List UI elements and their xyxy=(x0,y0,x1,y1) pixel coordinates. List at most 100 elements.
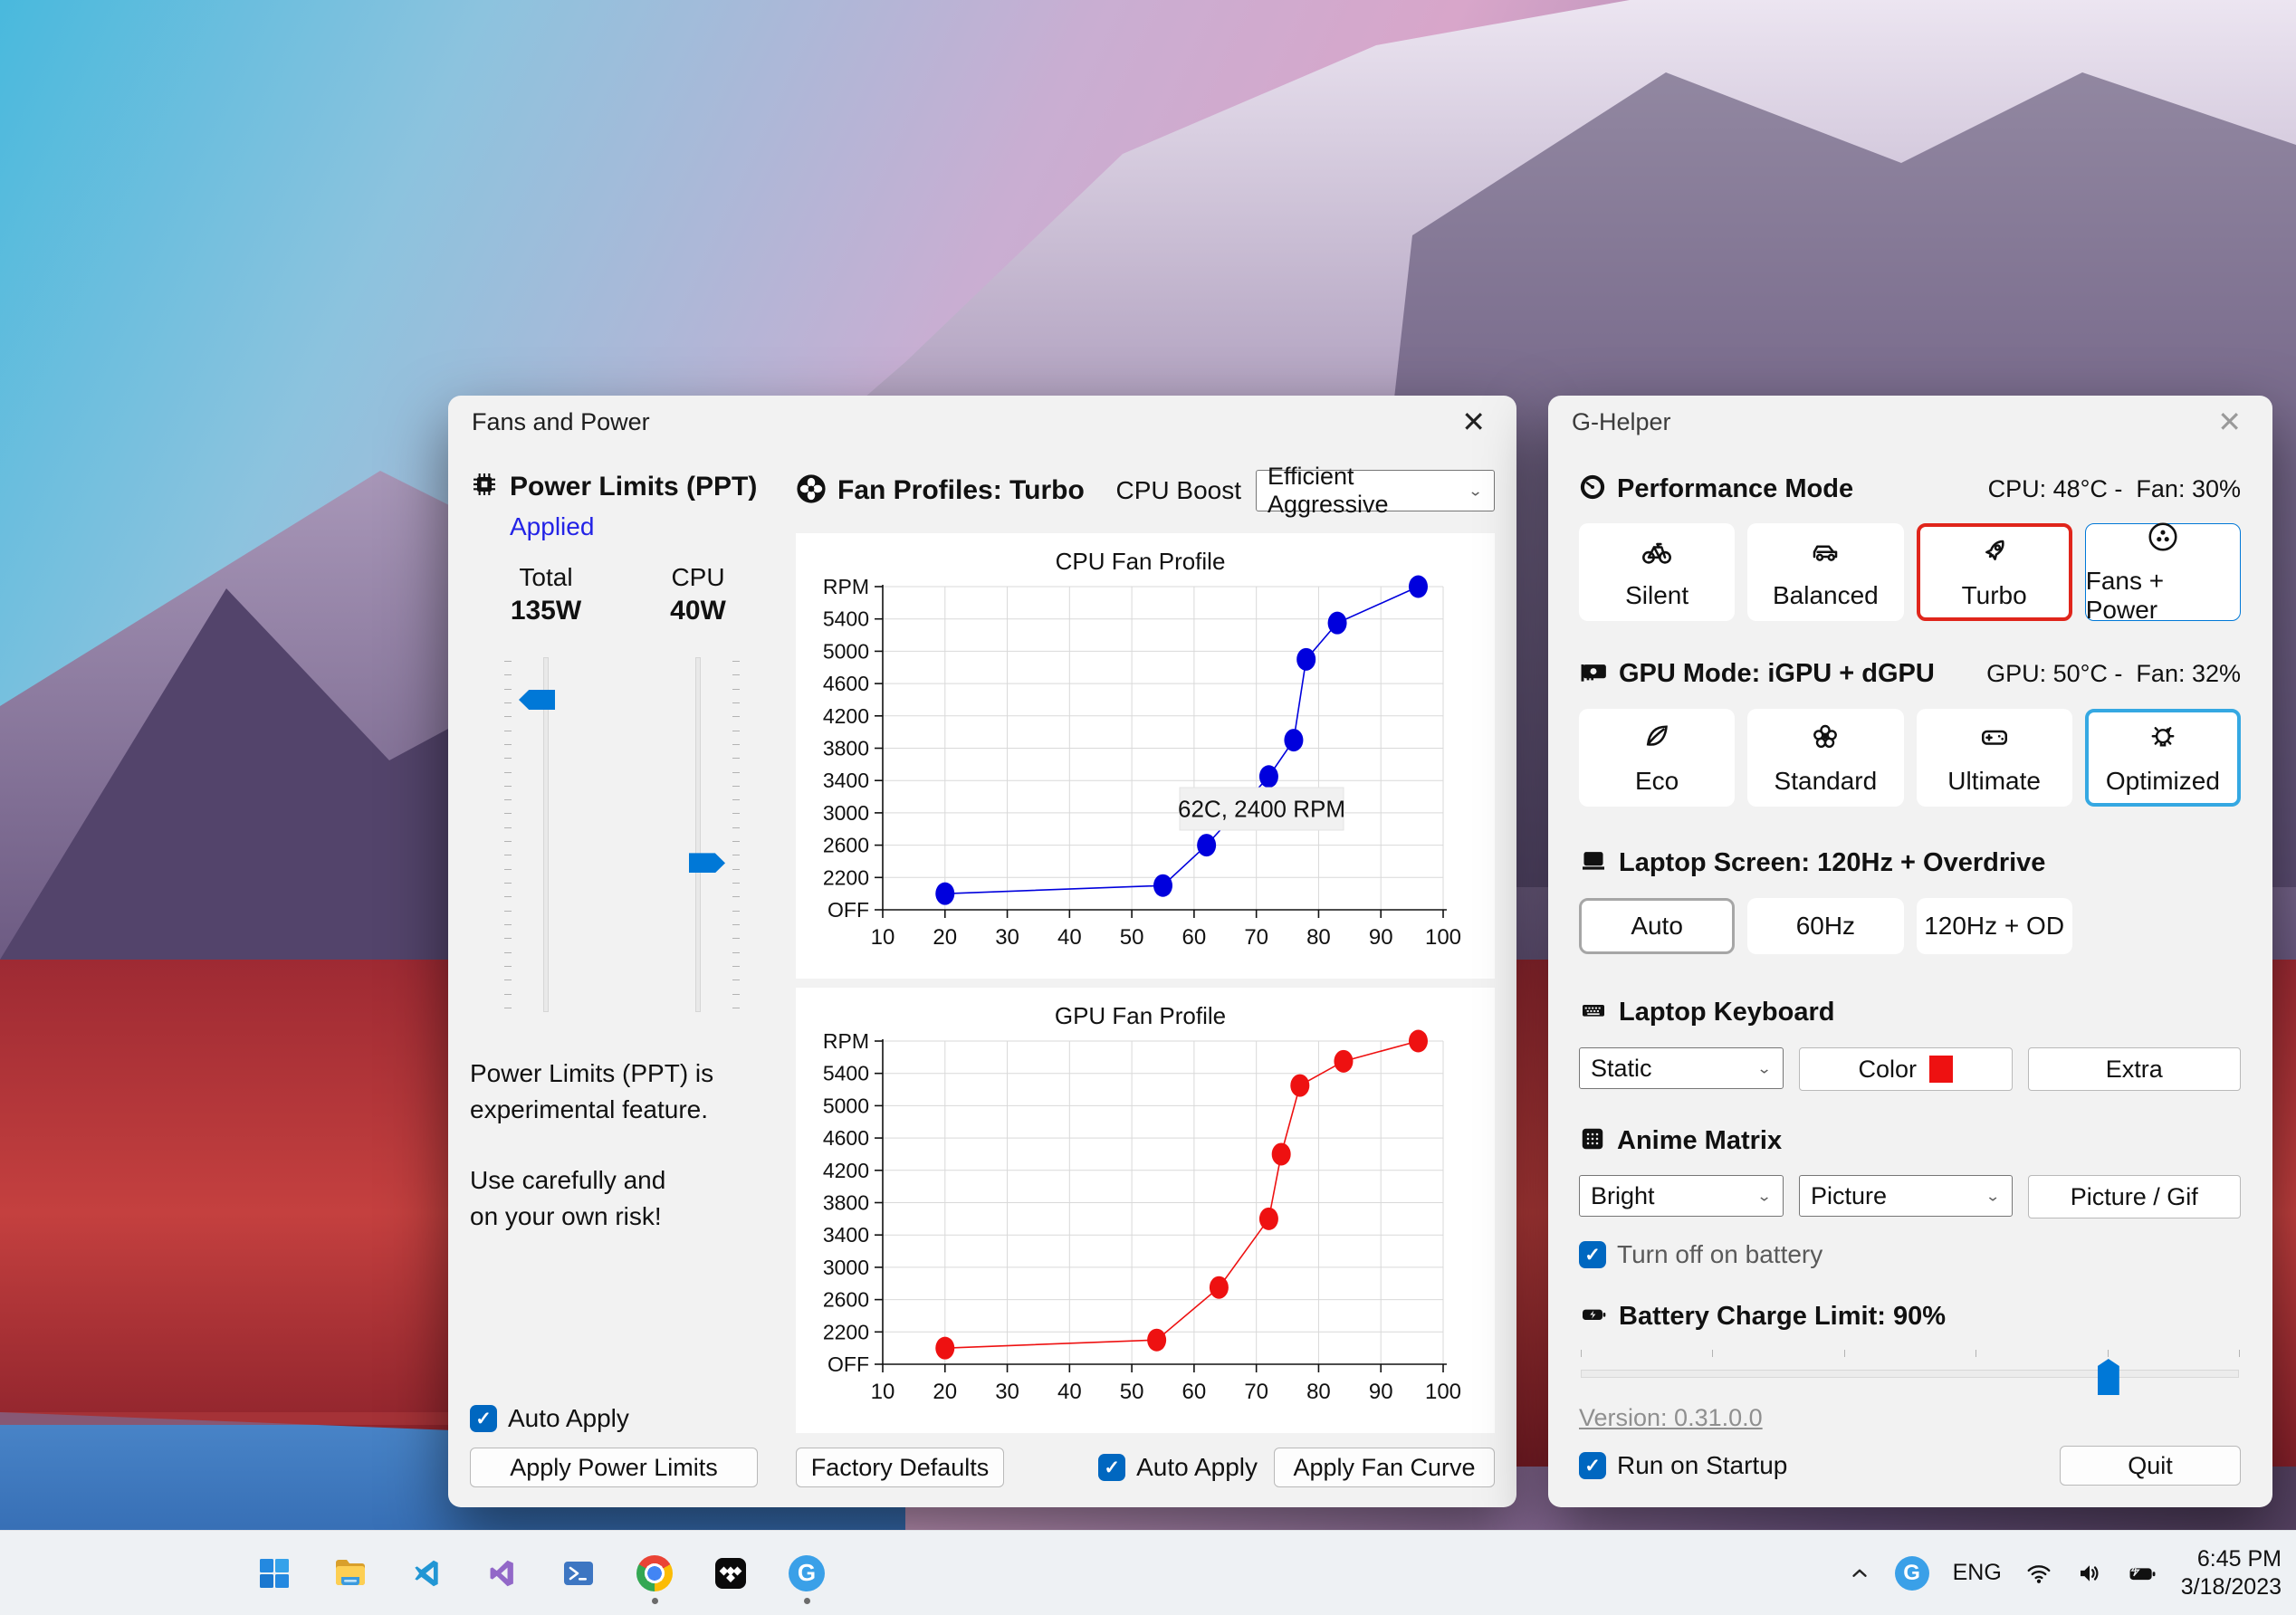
svg-text:20: 20 xyxy=(933,925,957,950)
svg-text:30: 30 xyxy=(995,925,1019,950)
svg-text:80: 80 xyxy=(1306,925,1331,950)
svg-text:90: 90 xyxy=(1369,925,1393,950)
cpu-power-slider[interactable] xyxy=(622,657,774,1012)
svg-text:80: 80 xyxy=(1306,1380,1331,1404)
screen-auto-button[interactable]: Auto xyxy=(1579,898,1736,954)
ghelper-titlebar[interactable]: G-Helper ✕ xyxy=(1548,396,2272,448)
gpu-optimized-button[interactable]: Optimized xyxy=(2084,709,2241,807)
wifi-icon[interactable] xyxy=(2025,1560,2052,1587)
visual-studio-button[interactable] xyxy=(474,1540,531,1607)
svg-text:2200: 2200 xyxy=(823,1320,869,1343)
gpu-ultimate-button[interactable]: Ultimate xyxy=(1916,709,2072,807)
file-explorer-button[interactable] xyxy=(322,1540,378,1607)
gpu-fan-profile-chart[interactable]: GPU Fan Profile RPM 5400 5000 4600 4200 3800 34… xyxy=(796,988,1495,1433)
battery-charge-slider[interactable] xyxy=(1579,1346,2241,1395)
g-helper-tray-icon[interactable]: G xyxy=(1894,1555,1929,1591)
slider-ticks xyxy=(1581,1350,2240,1357)
cpu-slider-thumb[interactable] xyxy=(689,853,725,874)
close-icon[interactable]: ✕ xyxy=(1454,406,1493,438)
matrix-picture-gif-button[interactable]: Picture / Gif xyxy=(2027,1175,2241,1218)
quit-button[interactable]: Quit xyxy=(2060,1446,2241,1486)
slider-track[interactable] xyxy=(543,657,549,1012)
svg-text:50: 50 xyxy=(1120,1380,1144,1404)
performance-mode-header: Performance Mode xyxy=(1617,474,1854,503)
performance-fans-power-button[interactable]: Fans + Power xyxy=(2084,521,2241,624)
slider-ticks xyxy=(504,661,512,1008)
power-auto-apply-checkbox[interactable]: ✓ Auto Apply xyxy=(470,1404,774,1433)
fans-window-title: Fans and Power xyxy=(472,407,650,435)
slider-track[interactable] xyxy=(1581,1370,2239,1378)
chrome-button[interactable] xyxy=(627,1540,683,1607)
vscode-button[interactable] xyxy=(398,1540,454,1607)
slider-track[interactable] xyxy=(695,657,701,1012)
gpu-standard-button[interactable]: Standard xyxy=(1747,709,1904,807)
cpu-boost-select[interactable]: Efficient Aggressive ⌄ xyxy=(1256,463,1495,518)
language-indicator[interactable]: ENG xyxy=(1953,1560,2002,1586)
matrix-running-select[interactable]: Picture ⌄ xyxy=(1799,1175,2013,1217)
svg-text:5400: 5400 xyxy=(823,1062,869,1085)
checkbox-checked-icon[interactable]: ✓ xyxy=(470,1405,497,1432)
checkbox-checked-icon[interactable]: ✓ xyxy=(1579,1241,1606,1268)
svg-text:GPU Fan Profile: GPU Fan Profile xyxy=(1055,1002,1226,1029)
clock[interactable]: 6:45 PM 3/18/2023 xyxy=(2181,1545,2282,1601)
chip-icon xyxy=(470,470,499,503)
svg-text:70: 70 xyxy=(1244,1380,1268,1404)
screen-120hz-od-button[interactable]: 120Hz + OD xyxy=(1916,898,2072,954)
power-limits-header: Power Limits (PPT) xyxy=(510,471,758,502)
keyboard-mode-select[interactable]: Static ⌄ xyxy=(1579,1047,1784,1089)
fans-window-titlebar[interactable]: Fans and Power ✕ xyxy=(448,396,1516,448)
battery-charging-icon[interactable] xyxy=(2127,1558,2157,1589)
powershell-button[interactable] xyxy=(550,1540,607,1607)
chrome-icon xyxy=(636,1554,673,1591)
turn-off-on-battery-checkbox[interactable]: ✓ Turn off on battery xyxy=(1579,1240,2241,1269)
apply-power-limits-button[interactable]: Apply Power Limits xyxy=(470,1448,758,1487)
battery-slider-thumb[interactable] xyxy=(2097,1359,2119,1395)
leaf-icon xyxy=(1641,721,1673,758)
svg-text:4200: 4200 xyxy=(823,704,869,728)
svg-text:RPM: RPM xyxy=(823,1029,869,1053)
matrix-brightness-select[interactable]: Bright ⌄ xyxy=(1579,1175,1784,1217)
svg-text:3000: 3000 xyxy=(823,1256,869,1279)
laptop-screen-header: Laptop Screen: 120Hz + Overdrive xyxy=(1619,848,2046,877)
svg-text:30: 30 xyxy=(995,1380,1019,1404)
svg-text:CPU Fan Profile: CPU Fan Profile xyxy=(1056,548,1226,575)
checkbox-checked-icon[interactable]: ✓ xyxy=(1579,1452,1606,1479)
svg-text:20: 20 xyxy=(933,1380,957,1404)
close-icon[interactable]: ✕ xyxy=(2210,406,2249,438)
fan-auto-apply-checkbox[interactable]: ✓ Auto Apply xyxy=(1098,1453,1258,1482)
power-limits-status: Applied xyxy=(510,512,595,540)
svg-text:3800: 3800 xyxy=(823,737,869,760)
cpu-temp-status: CPU: 48°C - Fan: 30% xyxy=(1987,475,2241,502)
keyboard-color-button[interactable]: Color xyxy=(1799,1047,2013,1091)
chevron-up-icon[interactable] xyxy=(1848,1562,1871,1585)
gpu-temp-status: GPU: 50°C - Fan: 32% xyxy=(1986,660,2241,687)
performance-balanced-button[interactable]: Balanced xyxy=(1747,523,1904,621)
gpu-eco-button[interactable]: Eco xyxy=(1579,709,1736,807)
g-helper-button[interactable]: G xyxy=(779,1540,835,1607)
total-power-slider[interactable] xyxy=(470,657,622,1012)
power-limits-panel: Power Limits (PPT) Applied Total 135W CP… xyxy=(470,448,774,1487)
volume-icon[interactable] xyxy=(2076,1560,2103,1587)
factory-defaults-button[interactable]: Factory Defaults xyxy=(796,1448,1004,1487)
start-button[interactable] xyxy=(246,1540,302,1607)
cpu-fan-profile-chart[interactable]: CPU Fan Profile RPM 5400 5000 4600 4200 3800 34… xyxy=(796,533,1495,979)
laptop-keyboard-header: Laptop Keyboard xyxy=(1619,998,1835,1027)
keyboard-extra-button[interactable]: Extra xyxy=(2027,1047,2241,1091)
checkbox-checked-icon[interactable]: ✓ xyxy=(1098,1454,1126,1481)
tidal-button[interactable] xyxy=(703,1540,759,1607)
laptop-icon xyxy=(1579,846,1608,880)
performance-turbo-button[interactable]: Turbo xyxy=(1916,523,2072,621)
total-slider-thumb[interactable] xyxy=(519,690,555,711)
total-slider-value: 135W xyxy=(510,596,582,626)
gamepad-icon xyxy=(1978,721,2011,758)
run-on-startup-checkbox[interactable]: ✓ Run on Startup xyxy=(1579,1451,1787,1480)
color-swatch xyxy=(1929,1056,1954,1083)
battery-charge-limit-header: Battery Charge Limit: 90% xyxy=(1619,1302,1946,1331)
performance-silent-button[interactable]: Silent xyxy=(1579,523,1736,621)
fan-profiles-panel: Fan Profiles: Turbo CPU Boost Efficient … xyxy=(796,448,1495,1487)
tidal-icon xyxy=(715,1557,746,1589)
screen-60hz-button[interactable]: 60Hz xyxy=(1747,898,1904,954)
apply-fan-curve-button[interactable]: Apply Fan Curve xyxy=(1274,1448,1495,1487)
version-link[interactable]: Version: 0.31.0.0 xyxy=(1579,1404,2241,1432)
svg-text:OFF: OFF xyxy=(828,1352,869,1376)
